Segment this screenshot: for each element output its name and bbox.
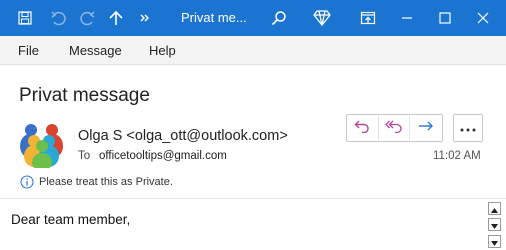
diamond-icon[interactable]: [311, 0, 333, 36]
minimize-icon[interactable]: [396, 0, 418, 36]
menu-item-file[interactable]: File: [18, 43, 39, 58]
reply-icon: [354, 119, 370, 138]
more-options-button[interactable]: [453, 114, 483, 142]
menu-item-message[interactable]: Message: [69, 43, 122, 58]
received-time: 11:02 AM: [433, 150, 481, 162]
menu-bar: File Message Help: [0, 36, 506, 65]
maximize-icon[interactable]: [434, 0, 456, 36]
message-subject: Privat message: [19, 85, 150, 106]
forward-icon: [418, 119, 434, 137]
forward-button[interactable]: [410, 115, 442, 141]
menu-item-help[interactable]: Help: [149, 43, 176, 58]
up-arrow-icon[interactable]: [106, 0, 126, 36]
recipient[interactable]: officetooltips@gmail.com: [99, 150, 227, 162]
to-label: To: [78, 150, 91, 162]
more-chevrons-icon[interactable]: [138, 0, 152, 36]
message-body: Dear team member,: [11, 212, 131, 227]
info-icon: [20, 175, 34, 189]
close-icon[interactable]: [472, 0, 494, 36]
window-title: Privat me...: [181, 10, 247, 25]
triangle-down-icon: [491, 233, 498, 250]
redo-icon[interactable]: [77, 0, 99, 36]
avatar: [18, 120, 66, 171]
info-notice: Please treat this as Private.: [39, 176, 173, 188]
reply-button[interactable]: [347, 115, 379, 141]
scrollbar[interactable]: [488, 202, 502, 248]
reply-all-icon: [385, 119, 403, 138]
title-bar: Privat me...: [0, 0, 506, 36]
search-icon[interactable]: [268, 0, 290, 36]
restore-ribbon-icon[interactable]: [357, 0, 379, 36]
more-options-icon: [460, 119, 476, 137]
divider: [0, 198, 506, 199]
triangle-down-icon: [491, 216, 498, 234]
reply-all-button[interactable]: [379, 115, 411, 141]
reply-actions: [346, 114, 443, 142]
undo-icon[interactable]: [47, 0, 69, 36]
save-icon[interactable]: [14, 0, 36, 36]
scroll-up-button[interactable]: [488, 202, 501, 215]
sender[interactable]: Olga S <olga_ott@outlook.com>: [78, 128, 288, 144]
scroll-down-button[interactable]: [488, 235, 501, 248]
scroll-thumb[interactable]: [488, 218, 501, 231]
